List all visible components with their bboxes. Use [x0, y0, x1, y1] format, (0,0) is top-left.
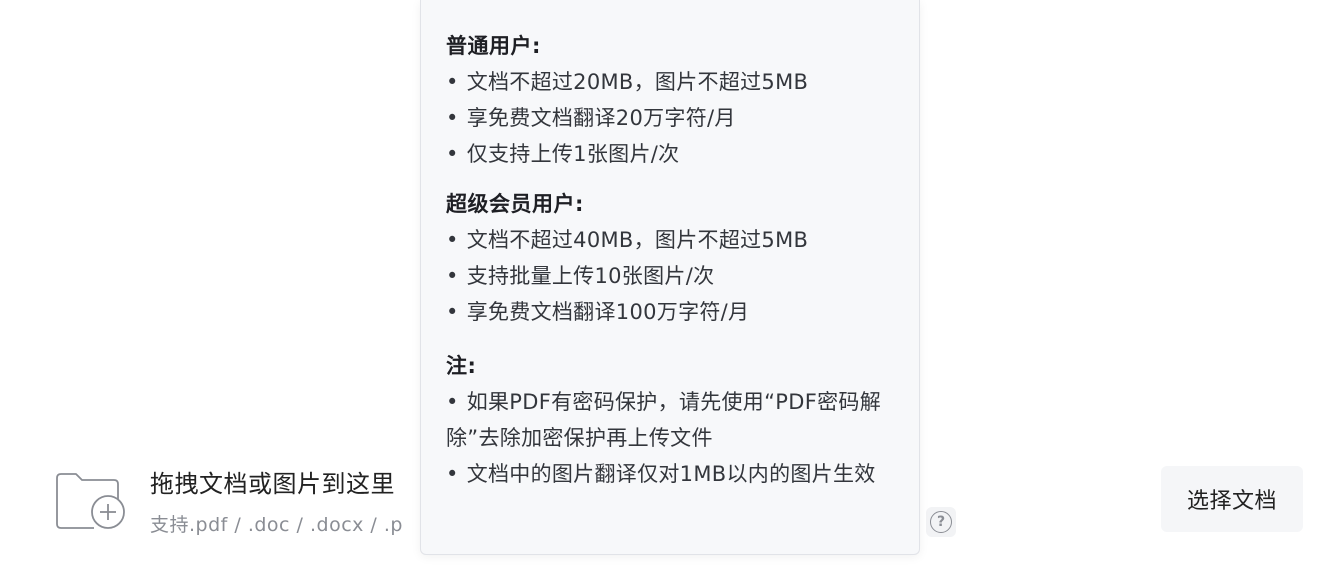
question-mark-icon: ?	[930, 511, 952, 533]
help-icon[interactable]: ?	[926, 507, 956, 537]
tooltip-heading: 注:	[446, 354, 477, 378]
tooltip-list-item: 文档不超过20MB，图片不超过5MB	[446, 64, 895, 100]
tooltip-list-item: 文档中的图片翻译仅对1MB以内的图片生效	[446, 456, 895, 492]
select-document-button[interactable]: 选择文档	[1161, 466, 1303, 532]
tooltip-section-regular-user: 普通用户: 文档不超过20MB，图片不超过5MB 享免费文档翻译20万字符/月 …	[446, 28, 895, 172]
tooltip-list-item: 如果PDF有密码保护，请先使用“PDF密码解除”去除加密保护再上传文件	[446, 384, 895, 456]
tooltip-list-item: 支持批量上传10张图片/次	[446, 258, 895, 294]
upload-limits-tooltip: 普通用户: 文档不超过20MB，图片不超过5MB 享免费文档翻译20万字符/月 …	[420, 0, 920, 555]
tooltip-list-item: 享免费文档翻译20万字符/月	[446, 100, 895, 136]
tooltip-section-notes: 注: 如果PDF有密码保护，请先使用“PDF密码解除”去除加密保护再上传文件 文…	[446, 348, 895, 492]
tooltip-section-super-member: 超级会员用户: 文档不超过40MB，图片不超过5MB 支持批量上传10张图片/次…	[446, 186, 895, 330]
drop-zone-title: 拖拽文档或图片到这里	[150, 470, 395, 498]
supported-formats-text: 支持.pdf / .doc / .docx / .p	[150, 514, 403, 536]
page: 拖拽文档或图片到这里 支持.pdf / .doc / .docx / .p ? …	[0, 0, 1340, 566]
tooltip-list-item: 仅支持上传1张图片/次	[446, 136, 895, 172]
tooltip-heading: 普通用户:	[446, 34, 541, 58]
tooltip-list-item: 享免费文档翻译100万字符/月	[446, 294, 895, 330]
folder-add-icon	[56, 473, 125, 529]
tooltip-heading: 超级会员用户:	[446, 192, 584, 216]
tooltip-list-item: 文档不超过40MB，图片不超过5MB	[446, 222, 895, 258]
